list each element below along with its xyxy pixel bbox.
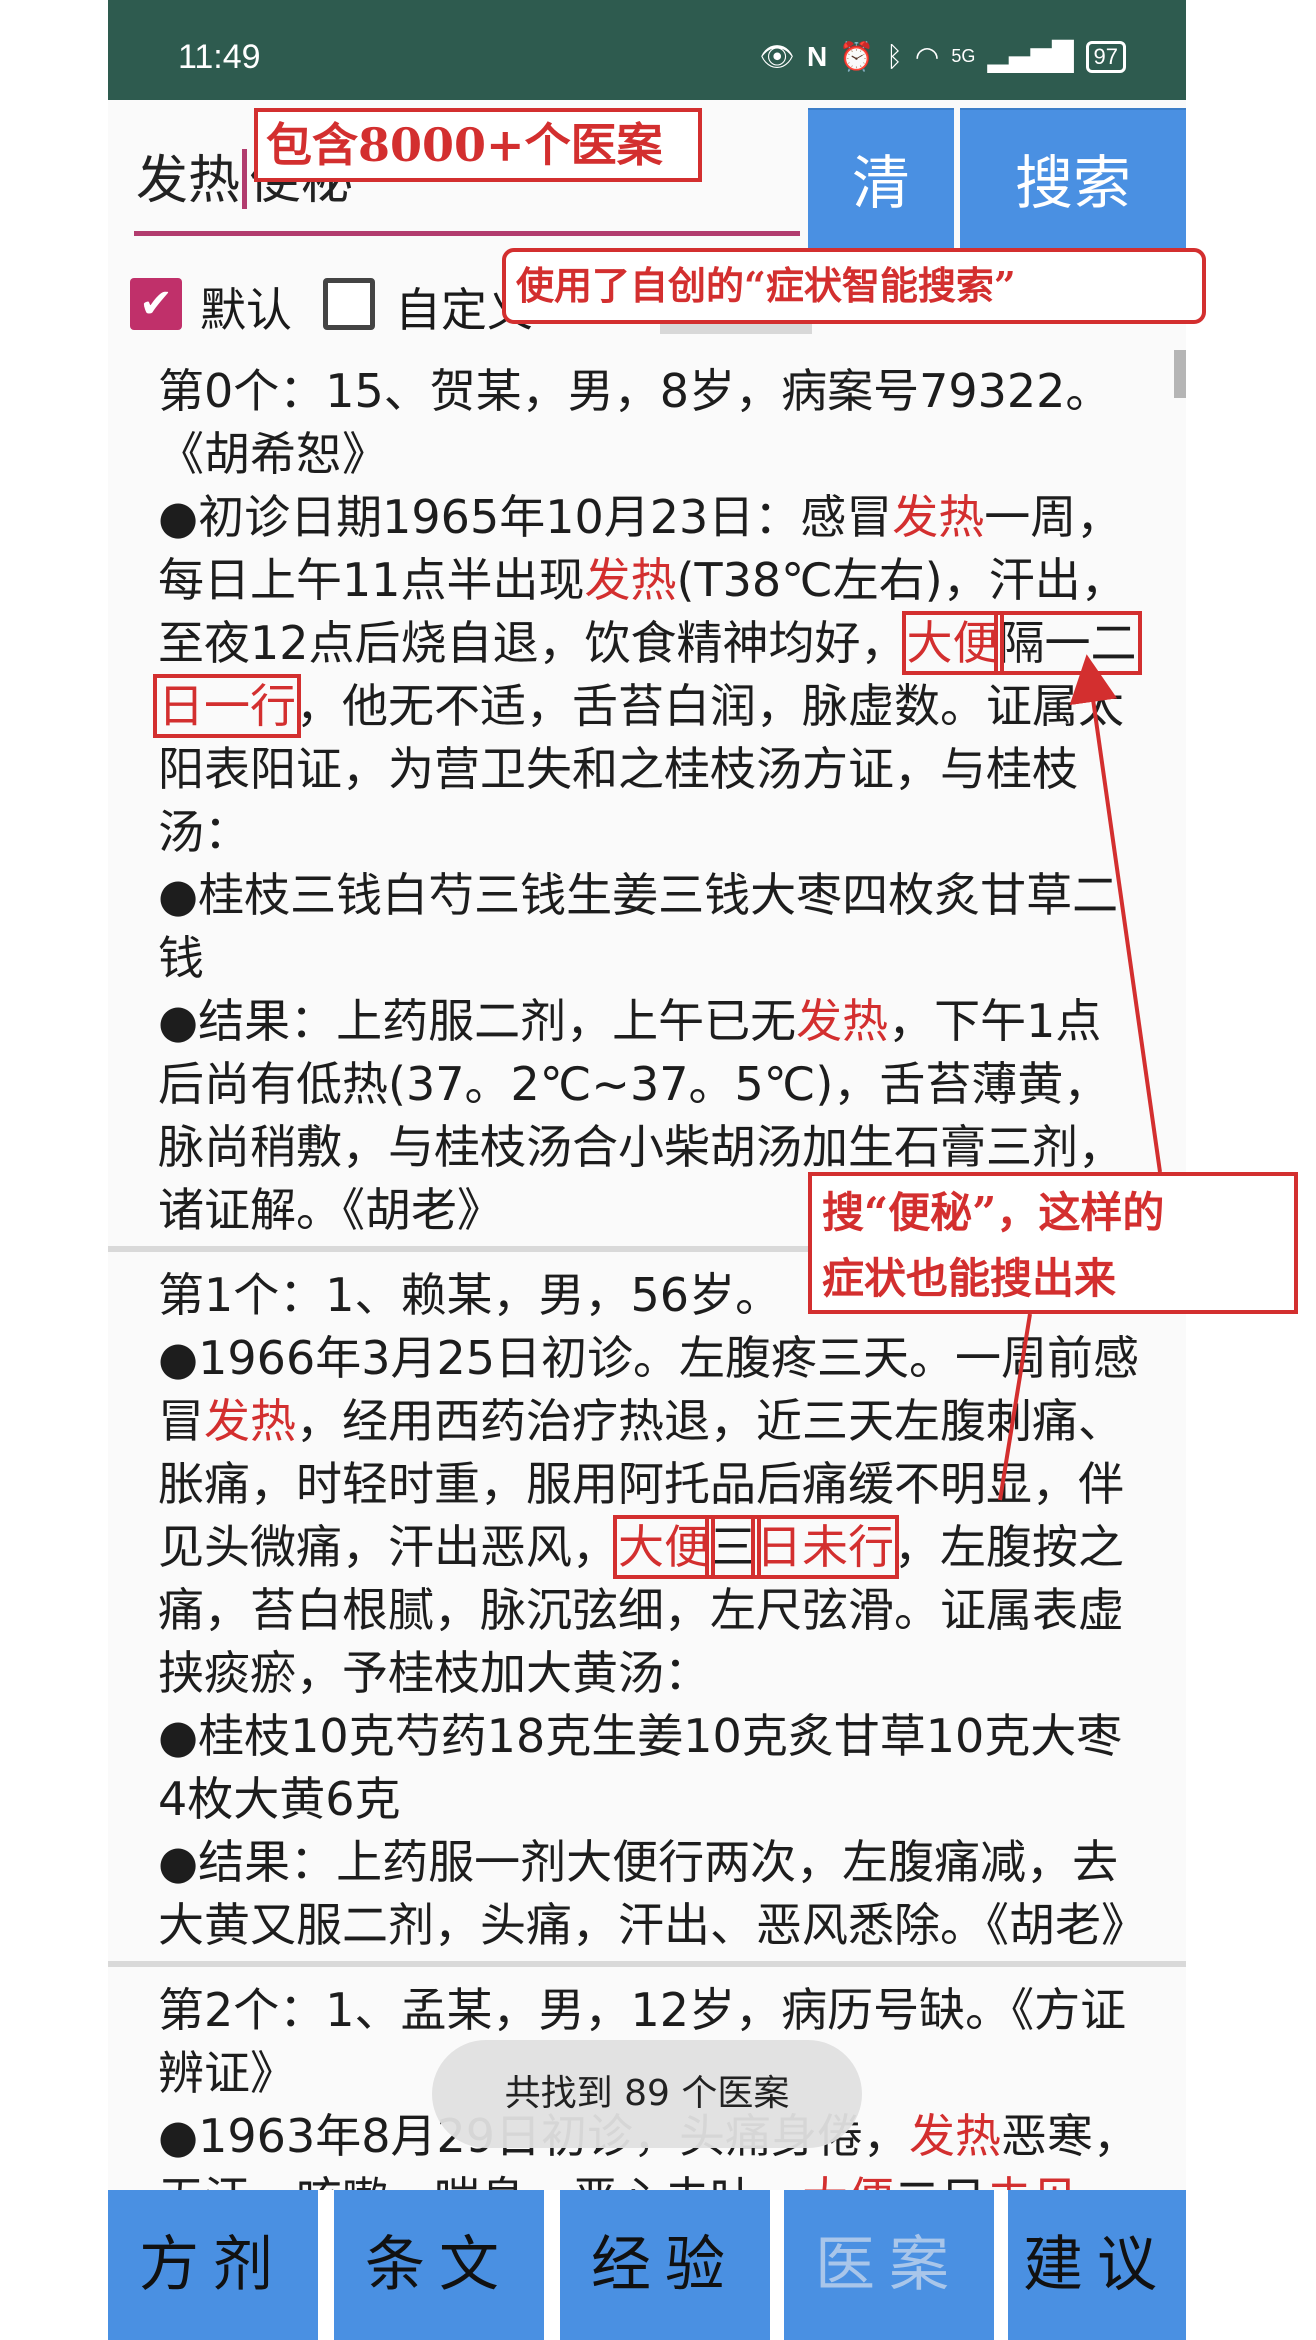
default-checkbox[interactable]: ✔ (130, 278, 182, 330)
result-header: 第0个：15、贺某，男，8岁，病案号79322。《胡希恕》 (158, 364, 1112, 481)
result-item[interactable]: 第1个：1、赖某，男，56岁。 ●1966年3月25日初诊。左腹疼三天。一周前感… (108, 1254, 1186, 1957)
result-divider (108, 1961, 1186, 1967)
bluetooth-icon: ᛒ (886, 40, 903, 73)
bottom-navigation: 方剂 条文 经验 医案 建议 (108, 2190, 1186, 2340)
status-time: 11:49 (178, 38, 261, 76)
keyword-fever: 发热 (204, 1394, 296, 1448)
wifi-icon: ◠ (914, 40, 940, 73)
text-cursor (242, 149, 248, 209)
default-label: 默认 (200, 283, 292, 337)
nfc-icon: N (807, 40, 828, 72)
result-paragraph: ●初诊日期1965年10月23日：感冒发热一周，每日上午11点半出现发热(T38… (153, 490, 1142, 859)
alarm-icon: ⏰ (839, 40, 875, 73)
battery-icon: 97 (1085, 40, 1126, 73)
keyword-constipation-match: 未见 (986, 2172, 1078, 2190)
annotation-constipation: 搜“便秘”，这样的 症状也能搜出来 (808, 1172, 1298, 1314)
custom-checkbox[interactable] (323, 278, 375, 330)
keyword-constipation-match: 日未行 (751, 1515, 899, 1579)
result-prescription: ●桂枝10克芍药18克生姜10克炙甘草10克大枣4枚大黄6克 (158, 1709, 1123, 1826)
keyword-fever: 发热 (909, 2109, 1002, 2163)
app-screen: 11:49 👁 N ⏰ ᛒ ◠ 5G ▂▄▆█ 97 发热便秘 清 搜索 ✔ 默… (108, 0, 1186, 2340)
page: 11:49 👁 N ⏰ ᛒ ◠ 5G ▂▄▆█ 97 发热便秘 清 搜索 ✔ 默… (0, 0, 1316, 2340)
status-bar: 11:49 👁 N ⏰ ᛒ ◠ 5G ▂▄▆█ 97 (108, 0, 1186, 100)
nav-formulas[interactable]: 方剂 (108, 2190, 318, 2340)
result-outcome: ●结果：上药服一剂大便行两次，左腹痛减，去大黄又服二剂，头痛，汗出、恶风悉除。《… (158, 1835, 1147, 1952)
annotation-smart-search: 使用了自创的“症状智能搜索” (502, 248, 1206, 324)
clear-button[interactable]: 清 (808, 108, 954, 254)
result-item[interactable]: 第0个：15、贺某，男，8岁，病案号79322。《胡希恕》 ●初诊日期1965年… (108, 350, 1186, 1242)
search-button[interactable]: 搜索 (960, 108, 1186, 254)
result-count-toast: 共找到 89 个医案 (432, 2040, 862, 2148)
search-query-part1: 发热 (136, 151, 241, 211)
annotation-line: 搜“便秘”，这样的 (822, 1188, 1165, 1237)
nav-experience[interactable]: 经验 (560, 2190, 770, 2340)
annotation-case-count: 包含8000+个医案 (254, 108, 702, 182)
annotation-line: 症状也能搜出来 (822, 1254, 1117, 1303)
status-icons: 👁 N ⏰ ᛒ ◠ 5G ▂▄▆█ 97 (759, 40, 1126, 73)
keyword-stool: 大便 (901, 611, 1004, 675)
keyword-constipation-match: 日一行 (153, 674, 301, 738)
keyword-fever: 发热 (892, 490, 985, 544)
nav-medical-cases[interactable]: 医案 (784, 2190, 994, 2340)
network-type: 5G (951, 46, 976, 66)
result-prescription: ●桂枝三钱白芍三钱生姜三钱大枣四枚炙甘草二钱 (158, 868, 1119, 985)
keyword-fever: 发热 (796, 994, 889, 1048)
signal-icon: ▂▄▆█ (987, 40, 1074, 73)
nav-suggestions[interactable]: 建议 (1008, 2190, 1186, 2340)
result-paragraph: ●1966年3月25日初诊。左腹疼三天。一周前感冒发热，经用西药治疗热退，近三天… (158, 1331, 1140, 1700)
nav-clauses[interactable]: 条文 (334, 2190, 544, 2340)
check-icon: ✔ (139, 281, 173, 327)
keyword-fever: 发热 (584, 553, 677, 607)
keyword-stool: 大便 (802, 2172, 894, 2190)
keyword-stool: 大便 (613, 1515, 715, 1579)
eye-icon: 👁 (759, 40, 795, 73)
